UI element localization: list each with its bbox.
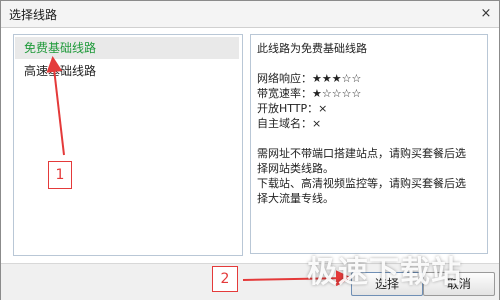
dialog-content: 免费基础线路 高速基础线路 此线路为免费基础线路 网络响应：★★★☆☆ 带宽速率… [1, 28, 499, 263]
custom-domain-status: 自主域名：× [257, 117, 322, 130]
title-bar: 选择线路 × [1, 1, 499, 28]
close-icon[interactable]: × [479, 7, 493, 21]
network-response-rating: 网络响应：★★★☆☆ [257, 72, 362, 85]
note-bandwidth-line-a: 下载站、高清视频监控等，请购买套餐后选 [257, 177, 466, 190]
annotation-step-2: 2 [212, 266, 238, 292]
bandwidth-rate-rating: 带宽速率：★☆☆☆☆ [257, 87, 362, 100]
note-website-line-b: 择网站类线路。 [257, 162, 334, 175]
window-title: 选择线路 [9, 8, 58, 22]
http-open-status: 开放HTTP：× [257, 102, 328, 115]
route-list: 免费基础线路 高速基础线路 [13, 34, 243, 256]
route-description: 此线路为免费基础线路 网络响应：★★★☆☆ 带宽速率：★☆☆☆☆ 开放HTTP：… [250, 34, 488, 254]
watermark-logo: 极速下载站 [307, 255, 462, 290]
description-heading: 此线路为免费基础线路 [257, 42, 367, 55]
route-item-highspeed-basic[interactable]: 高速基础线路 [15, 60, 239, 82]
note-bandwidth-line-b: 择大流量专线。 [257, 192, 334, 205]
route-item-free-basic[interactable]: 免费基础线路 [15, 37, 239, 59]
annotation-step-1: 1 [48, 161, 72, 189]
note-website-line-a: 需网址不带端口搭建站点，请购买套餐后选 [257, 147, 466, 160]
